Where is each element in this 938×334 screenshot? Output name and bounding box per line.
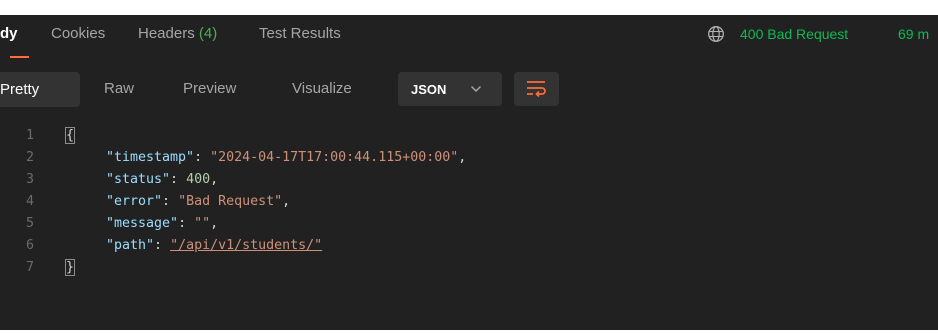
json-key: "timestamp" xyxy=(106,150,195,165)
open-brace: { xyxy=(64,127,76,144)
line-number: 4 xyxy=(26,194,35,209)
preview-button[interactable]: Preview xyxy=(183,80,236,97)
code-line: 1 { xyxy=(0,127,938,150)
format-select-value: JSON xyxy=(411,82,447,97)
code-line: 7 } xyxy=(0,259,938,282)
json-key: "path" xyxy=(106,238,155,253)
json-entry: "timestamp": "2024-04-17T17:00:44.115+00… xyxy=(106,150,467,165)
pretty-button[interactable]: Pretty xyxy=(0,72,80,107)
code-line: 2 "timestamp": "2024-04-17T17:00:44.115+… xyxy=(0,150,938,172)
json-entry: "path": "/api/v1/students/" xyxy=(106,238,323,253)
tab-headers[interactable]: Headers (4) xyxy=(138,25,217,42)
code-line: 6 "path": "/api/v1/students/" xyxy=(0,238,938,260)
json-key: "error" xyxy=(106,194,163,209)
globe-icon[interactable] xyxy=(707,25,725,43)
tab-body[interactable]: dy xyxy=(0,25,18,42)
json-value: "" xyxy=(194,216,211,231)
json-value: "Bad Request" xyxy=(178,194,283,209)
json-entry: "error": "Bad Request", xyxy=(106,194,291,209)
json-entry: "status": 400, xyxy=(106,172,219,187)
active-tab-indicator xyxy=(10,56,29,58)
code-line: 5 "message": "", xyxy=(0,216,938,238)
tab-test-results[interactable]: Test Results xyxy=(259,25,341,42)
line-number: 7 xyxy=(26,260,35,275)
json-key: "status" xyxy=(106,172,171,187)
path-link[interactable]: "/api/v1/students/" xyxy=(170,238,322,253)
format-select[interactable]: JSON xyxy=(398,72,502,106)
response-time[interactable]: 69 m xyxy=(898,26,929,42)
raw-button[interactable]: Raw xyxy=(104,80,134,97)
code-line: 4 "error": "Bad Request", xyxy=(0,194,938,216)
json-key: "message" xyxy=(106,216,179,231)
line-number: 2 xyxy=(26,150,35,165)
code-line: 3 "status": 400, xyxy=(0,172,938,194)
wrap-lines-icon xyxy=(527,81,546,98)
json-entry: "message": "", xyxy=(106,216,219,231)
line-number: 5 xyxy=(26,216,35,231)
line-number: 6 xyxy=(26,238,35,253)
tab-headers-label: Headers xyxy=(138,25,195,42)
wrap-lines-button[interactable] xyxy=(514,72,559,106)
json-value: "2024-04-17T17:00:44.115+00:00" xyxy=(210,150,459,165)
status-code[interactable]: 400 Bad Request xyxy=(740,26,848,42)
line-number: 1 xyxy=(26,128,35,143)
json-value: 400 xyxy=(186,172,211,187)
tab-headers-count: (4) xyxy=(198,25,218,42)
chevron-down-icon xyxy=(470,85,482,93)
screenshot-frame: dy Cookies Headers (4) Test Results 400 … xyxy=(0,0,938,334)
tab-cookies[interactable]: Cookies xyxy=(51,25,105,42)
response-panel: dy Cookies Headers (4) Test Results 400 … xyxy=(0,15,938,330)
visualize-button[interactable]: Visualize xyxy=(292,80,352,97)
close-brace: } xyxy=(64,259,76,276)
pretty-label: Pretty xyxy=(0,81,40,98)
line-number: 3 xyxy=(26,172,35,187)
